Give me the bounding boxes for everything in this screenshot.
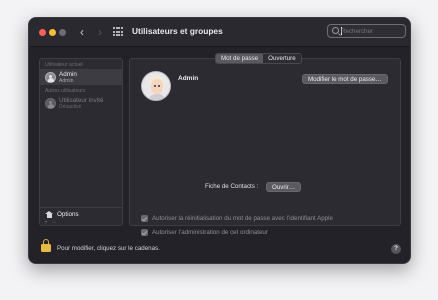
- preferences-window: ‹ › Utilisateurs et groupes Utilisateur …: [28, 17, 411, 264]
- apple-id-reset-checkbox[interactable]: [141, 215, 148, 222]
- admin-checkbox[interactable]: [141, 229, 148, 236]
- show-all-grid-icon[interactable]: [113, 27, 124, 37]
- sidebar-item-admin[interactable]: Admin Admin: [40, 69, 122, 85]
- avatar: [45, 98, 56, 109]
- search-icon: [332, 27, 339, 34]
- avatar: [45, 72, 56, 83]
- user-name: Admin: [59, 71, 77, 78]
- users-sidebar: Utilisateur actuel Admin Admin Autres ut…: [39, 58, 123, 226]
- section-other-users: Autres utilisateurs: [45, 88, 86, 94]
- user-avatar-picture[interactable]: [141, 71, 171, 101]
- toolbar: ‹ › Utilisateurs et groupes: [29, 18, 410, 47]
- options-label: Options: [57, 211, 79, 218]
- user-status: Désactivé: [59, 104, 82, 110]
- lock-hint-text: Pour modifier, cliquez sur le cadenas.: [57, 245, 160, 252]
- close-button[interactable]: [39, 29, 46, 36]
- search-field[interactable]: [327, 24, 406, 38]
- forward-chevron-icon[interactable]: ›: [93, 25, 107, 39]
- main-username: Admin: [178, 75, 199, 82]
- contacts-card-label: Fiche de Contacts :: [205, 183, 259, 190]
- change-password-button[interactable]: Modifier le mot de passe…: [302, 74, 388, 84]
- checkbox-label: Autoriser l’administration de cet ordina…: [152, 229, 268, 236]
- sidebar-actions: + −: [40, 220, 122, 226]
- search-input[interactable]: [341, 26, 403, 36]
- minimize-button[interactable]: [49, 29, 56, 36]
- tab-login-items[interactable]: Ouverture: [263, 54, 301, 63]
- checkbox-label: Autoriser la réinitialisation du mot de …: [152, 215, 333, 222]
- window-title: Utilisateurs et groupes: [132, 26, 223, 36]
- back-chevron-icon[interactable]: ‹: [75, 25, 89, 39]
- user-role: Admin: [59, 78, 74, 84]
- tab-password[interactable]: Mot de passe: [216, 54, 264, 63]
- tab-bar: Mot de passe Ouverture: [215, 53, 302, 64]
- help-button[interactable]: ?: [391, 244, 401, 254]
- house-icon: [45, 211, 53, 218]
- login-options-item[interactable]: Options: [40, 207, 122, 220]
- sidebar-item-guest[interactable]: Utilisateur invité Désactivé: [40, 95, 122, 111]
- section-current-user: Utilisateur actuel: [45, 62, 83, 68]
- lock-icon[interactable]: [41, 239, 51, 253]
- open-contacts-button[interactable]: Ouvrir…: [266, 182, 302, 192]
- add-user-button[interactable]: +: [43, 220, 49, 226]
- user-detail-panel: Admin Modifier le mot de passe… Fiche de…: [129, 58, 401, 236]
- remove-user-button[interactable]: −: [51, 220, 57, 226]
- zoom-button[interactable]: [59, 29, 66, 36]
- user-name: Utilisateur invité: [59, 97, 104, 104]
